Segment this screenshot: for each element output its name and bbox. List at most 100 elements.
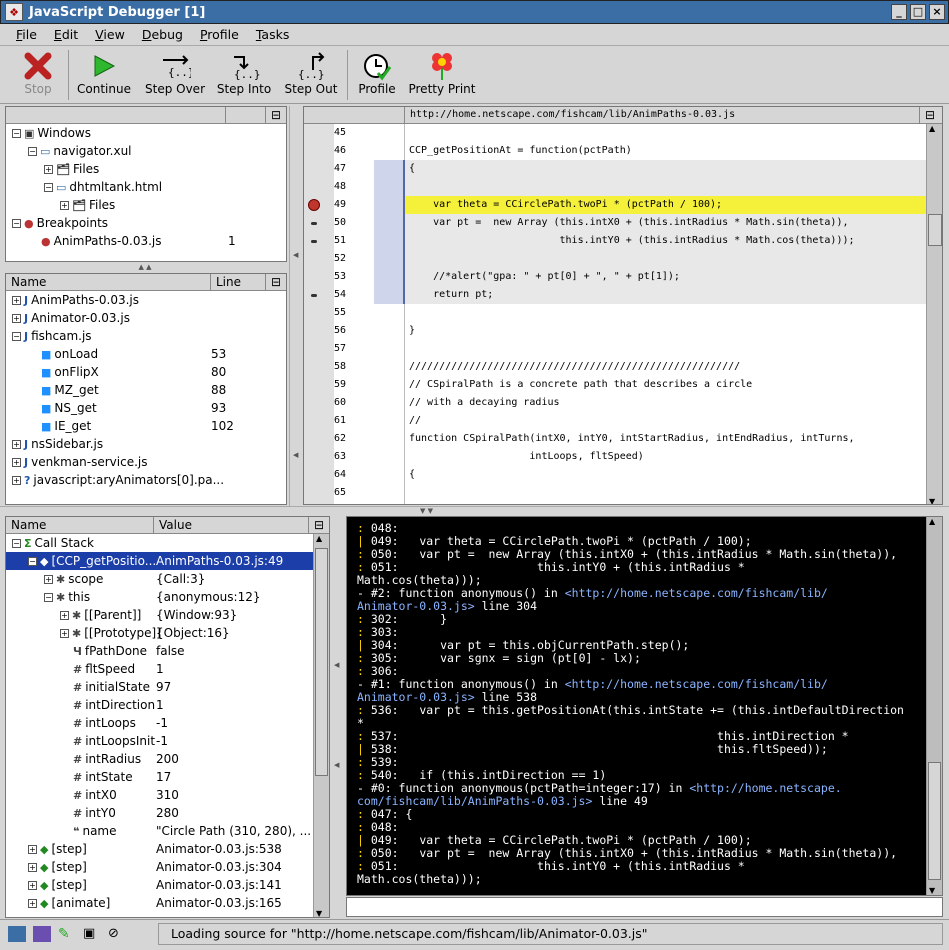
column-picker-icon[interactable]: ⊟ (266, 274, 286, 290)
stack-item-row[interactable]: # intState 17 (60, 768, 171, 786)
source-scroll-thumb[interactable] (928, 214, 942, 246)
windows-tree-item-row[interactable]: + 🗂 Files (60, 196, 115, 214)
collapse-icon[interactable]: − (44, 183, 53, 192)
expand-icon[interactable]: + (28, 881, 37, 890)
stack-item-row[interactable]: − ✱ this {anonymous:12} (44, 588, 260, 606)
column-header-value[interactable]: Value (154, 517, 309, 533)
mail-icon[interactable] (33, 926, 51, 942)
expand-icon[interactable]: + (28, 899, 37, 908)
stack-item-row[interactable]: # intDirection 1 (60, 696, 164, 714)
stack-scroll-thumb[interactable] (315, 548, 328, 776)
console-scrollbar[interactable]: ▲ ▼ (926, 517, 942, 895)
splitter-grip[interactable]: ▲ ▲ (90, 263, 200, 271)
windows-tree-item-row[interactable]: − ▭ dhtmltank.html (44, 178, 162, 196)
scroll-down-icon[interactable]: ▼ (316, 909, 322, 917)
stack-item-row[interactable]: # intX0 310 (60, 786, 179, 804)
collapse-icon[interactable]: − (12, 332, 21, 341)
script-item-row[interactable]: + Jvenkman-service.js (12, 453, 148, 471)
expand-icon[interactable]: + (60, 629, 69, 638)
script-item-row[interactable]: + J AnimPaths-0.03.js (12, 291, 139, 309)
console-link[interactable]: <http://home.netscape. (689, 781, 841, 795)
column-picker-icon[interactable]: ⊟ (920, 107, 940, 123)
executable-line-icon[interactable] (311, 222, 317, 225)
menu-view[interactable]: View (95, 27, 125, 42)
stack-item-row[interactable]: # intRadius 200 (60, 750, 179, 768)
source-scrollbar[interactable]: ▲ ▼ (926, 124, 942, 504)
step-over-button[interactable]: {..} Step Over (143, 50, 207, 96)
stack-item-row[interactable]: # initialState 97 (60, 678, 171, 696)
vertical-splitter[interactable]: ◀ ◀ (332, 516, 344, 918)
stack-item-row[interactable]: ❝ name "Circle Path (310, 280), ... (60, 822, 311, 840)
menu-edit[interactable]: Edit (54, 27, 78, 42)
expand-icon[interactable]: + (44, 165, 53, 174)
collapse-icon[interactable]: − (44, 593, 53, 602)
console-scroll-thumb[interactable] (928, 762, 941, 880)
expand-icon[interactable]: + (60, 201, 69, 210)
scroll-up-icon[interactable]: ▲ (929, 517, 935, 526)
collapse-icon[interactable]: − (12, 539, 21, 548)
expand-icon[interactable]: + (44, 575, 53, 584)
windows-tree-item-row[interactable]: − ● Breakpoints (12, 214, 108, 232)
step-into-button[interactable]: {..} Step Into (216, 50, 272, 96)
continue-button[interactable]: Continue (76, 50, 132, 96)
collapse-icon[interactable]: − (28, 147, 37, 156)
script-item-row[interactable]: + JnsSidebar.js (12, 435, 103, 453)
stack-item-row[interactable]: # fltSpeed 1 (60, 660, 164, 678)
script-item-row[interactable]: ■ onFlipX 80 (28, 363, 226, 381)
chat-icon[interactable]: ▣ (83, 926, 101, 942)
maximize-button[interactable]: □ (910, 4, 926, 20)
expand-icon[interactable]: + (12, 314, 21, 323)
minimize-button[interactable]: _ (891, 4, 907, 20)
menu-file[interactable]: File (16, 27, 37, 42)
stack-item-row[interactable]: − ◆ [CCP_getPositio... AnimPaths-0.03.js:49 (6, 552, 314, 570)
column-header-name[interactable]: Name (6, 517, 154, 533)
collapse-icon[interactable]: − (12, 219, 21, 228)
column-header-name[interactable]: Name (6, 274, 211, 290)
console-link[interactable]: Animator-0.03.js> (357, 690, 475, 704)
vertical-splitter[interactable]: ◀ ◀ (289, 106, 303, 506)
script-item-row[interactable]: ■ IE_get 102 (28, 417, 234, 435)
stack-item-row[interactable]: + ◆ [step] Animator-0.03.js:538 (28, 840, 282, 858)
pretty-print-button[interactable]: Pretty Print (408, 50, 476, 96)
scroll-down-icon[interactable]: ▼ (929, 497, 935, 504)
collapse-icon[interactable]: − (12, 129, 21, 138)
expand-icon[interactable]: + (28, 845, 37, 854)
profile-button[interactable]: Profile (354, 50, 400, 96)
console-link[interactable]: <http://home.netscape.com/fishcam/lib/ (565, 586, 828, 600)
windows-tree-item-row[interactable]: ● AnimPaths-0.03.js 1 (28, 232, 236, 250)
browser-icon[interactable] (8, 926, 26, 942)
column-picker-icon[interactable]: ⊟ (309, 517, 329, 533)
menu-profile[interactable]: Profile (200, 27, 239, 42)
step-out-button[interactable]: {..} Step Out (283, 50, 339, 96)
stop-button[interactable]: Stop (14, 50, 62, 96)
script-item-row[interactable]: ■ MZ_get 88 (28, 381, 226, 399)
stack-item-row[interactable]: + ✱ [[Parent]] {Window:93} (60, 606, 237, 624)
composer-icon[interactable]: ✎ (58, 926, 76, 942)
stack-scrollbar[interactable]: ▲ ▼ (313, 534, 329, 917)
column-picker-icon[interactable]: ⊟ (266, 107, 286, 123)
windows-tree-item-row[interactable]: + 🗂 Files (44, 160, 99, 178)
executable-line-icon[interactable] (311, 240, 317, 243)
stack-item-row[interactable]: + ◆ [step] Animator-0.03.js:304 (28, 858, 282, 876)
expand-icon[interactable]: + (12, 458, 21, 467)
stack-item-row[interactable]: # intY0 280 (60, 804, 179, 822)
breakpoint-icon[interactable] (308, 199, 320, 211)
stack-item-row[interactable]: ЧfPathDone false (60, 642, 185, 660)
scroll-up-icon[interactable]: ▲ (929, 124, 935, 133)
menu-debug[interactable]: Debug (142, 27, 183, 42)
horizontal-splitter[interactable]: ▼ ▼ (0, 506, 949, 515)
stack-item-row[interactable]: − Σ Call Stack (12, 534, 94, 552)
script-item-row[interactable]: ■ NS_get 93 (28, 399, 226, 417)
console-link[interactable]: Animator-0.03.js> (357, 599, 475, 613)
windows-tree-item-row[interactable]: − ▭ navigator.xul (28, 142, 132, 160)
script-item-row[interactable]: − Jfishcam.js (12, 327, 92, 345)
expand-icon[interactable]: + (12, 440, 21, 449)
expand-icon[interactable]: + (12, 476, 21, 485)
close-button[interactable]: × (929, 4, 945, 20)
stack-item-row[interactable]: # intLoopsInit -1 (60, 732, 168, 750)
script-item-row[interactable]: ■ onLoad 53 (28, 345, 226, 363)
scroll-up-icon[interactable]: ▲ (316, 534, 322, 543)
stack-item-row[interactable]: # intLoops -1 (60, 714, 168, 732)
console-link[interactable]: <http://home.netscape.com/fishcam/lib/ (565, 677, 828, 691)
script-item-row[interactable]: + J Animator-0.03.js (12, 309, 130, 327)
